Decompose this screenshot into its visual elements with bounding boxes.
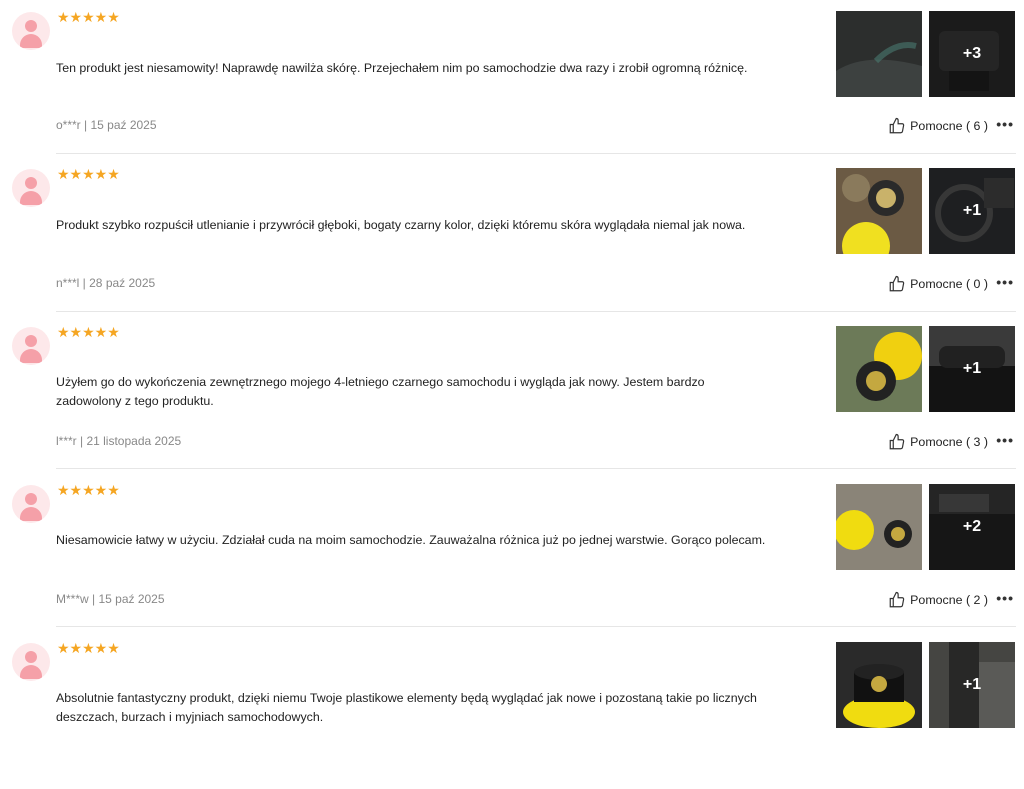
review-photo[interactable] <box>836 11 922 97</box>
thumbs-up-icon <box>889 275 905 292</box>
avatar <box>12 643 50 681</box>
more-photos-count: +2 <box>929 484 1015 570</box>
more-options-icon[interactable]: ••• <box>996 274 1014 290</box>
review-meta: M***w | 15 paź 2025 <box>56 592 165 606</box>
more-photos-count: +1 <box>929 168 1015 254</box>
thumbs-up-icon <box>889 433 905 450</box>
helpful-label: Pomocne ( 0 ) <box>910 277 988 291</box>
review-text: Niesamowicie łatwy w użyciu. Zdziałał cu… <box>56 533 766 547</box>
review-photo-more[interactable]: +1 <box>929 326 1015 412</box>
divider <box>56 468 1016 469</box>
helpful-button[interactable]: Pomocne ( 6 ) <box>888 117 988 135</box>
divider <box>56 311 1016 312</box>
helpful-label: Pomocne ( 6 ) <box>910 119 988 133</box>
more-photos-count: +1 <box>929 326 1015 412</box>
star-rating: ★★★★★ <box>57 640 120 656</box>
more-options-icon[interactable]: ••• <box>996 116 1014 132</box>
review-photo-more[interactable]: +1 <box>929 168 1015 254</box>
helpful-label: Pomocne ( 3 ) <box>910 435 988 449</box>
more-photos-count: +1 <box>929 642 1015 728</box>
review-photo[interactable] <box>836 168 922 254</box>
review-meta: l***r | 21 listopada 2025 <box>56 434 182 448</box>
star-rating: ★★★★★ <box>57 9 120 25</box>
review-item: ★★★★★ Niesamowicie łatwy w użyciu. Zdzia… <box>0 473 1024 631</box>
thumbs-up-icon <box>889 117 905 134</box>
review-photo-more[interactable]: +2 <box>929 484 1015 570</box>
avatar <box>12 12 50 50</box>
helpful-button[interactable]: Pomocne ( 3 ) <box>888 433 988 451</box>
review-photo[interactable] <box>836 642 922 728</box>
review-photo-more[interactable]: +3 <box>929 11 1015 97</box>
review-item: ★★★★★ Użyłem go do wykończenia zewnętrzn… <box>0 315 1024 473</box>
more-options-icon[interactable]: ••• <box>996 432 1014 448</box>
review-photo[interactable] <box>836 484 922 570</box>
helpful-button[interactable]: Pomocne ( 2 ) <box>888 591 988 609</box>
more-photos-count: +3 <box>929 11 1015 97</box>
review-item: ★★★★★ Produkt szybko rozpuścił utleniani… <box>0 157 1024 315</box>
review-text: Użyłem go do wykończenia zewnętrznego mo… <box>56 375 705 408</box>
star-rating: ★★★★★ <box>57 482 120 498</box>
review-text: Ten produkt jest niesamowity! Naprawdę n… <box>56 61 748 75</box>
divider <box>56 153 1016 154</box>
review-item: ★★★★★ Ten produkt jest niesamowity! Napr… <box>0 0 1024 158</box>
review-item: ★★★★★ Absolutnie fantastyczny produkt, d… <box>0 631 1024 789</box>
review-photo-more[interactable]: +1 <box>929 642 1015 728</box>
helpful-label: Pomocne ( 2 ) <box>910 593 988 607</box>
star-rating: ★★★★★ <box>57 324 120 340</box>
review-text: Produkt szybko rozpuścił utlenianie i pr… <box>56 218 746 232</box>
review-text: Absolutnie fantastyczny produkt, dzięki … <box>56 691 757 724</box>
review-meta: o***r | 15 paź 2025 <box>56 118 157 132</box>
avatar <box>12 169 50 207</box>
more-options-icon[interactable]: ••• <box>996 590 1014 606</box>
avatar <box>12 327 50 365</box>
star-rating: ★★★★★ <box>57 166 120 182</box>
avatar <box>12 485 50 523</box>
divider <box>56 626 1016 627</box>
thumbs-up-icon <box>889 591 905 608</box>
review-meta: n***l | 28 paź 2025 <box>56 276 156 290</box>
review-photo[interactable] <box>836 326 922 412</box>
helpful-button[interactable]: Pomocne ( 0 ) <box>888 275 988 293</box>
